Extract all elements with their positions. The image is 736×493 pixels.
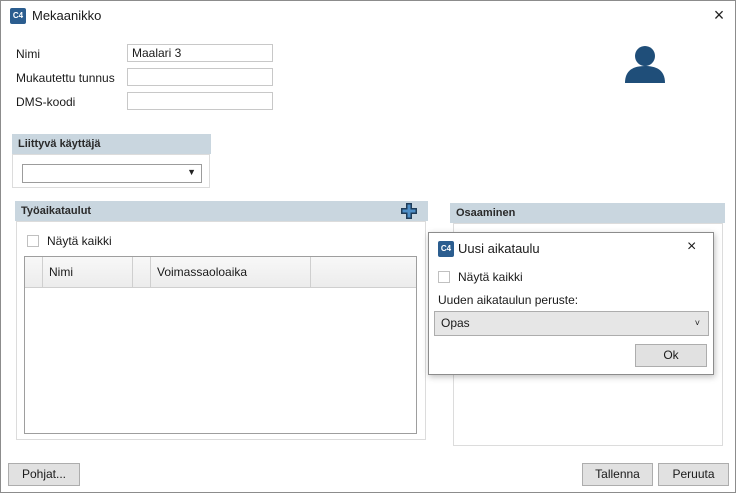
schedules-show-all-checkbox[interactable] xyxy=(27,235,39,247)
basis-value: Opas xyxy=(441,316,470,330)
name-field[interactable]: Maalari 3 xyxy=(127,44,273,62)
custom-id-field[interactable] xyxy=(127,68,273,86)
dialog-show-all-checkbox[interactable] xyxy=(438,271,450,283)
schedules-grid[interactable]: Nimi Voimassaoloaika xyxy=(24,256,417,434)
chevron-down-icon: ˅ xyxy=(694,318,700,328)
save-button[interactable]: Tallenna xyxy=(582,463,653,486)
dialog-title: Uusi aikataulu xyxy=(458,241,540,256)
dms-code-label: DMS-koodi xyxy=(16,95,76,109)
schedules-title: Työaikataulut xyxy=(21,205,92,217)
custom-id-label: Mukautettu tunnus xyxy=(16,71,115,85)
add-schedule-icon[interactable] xyxy=(400,202,418,220)
user-avatar-icon xyxy=(623,45,667,83)
new-schedule-dialog: C4 Uusi aikataulu × Näytä kaikki Uuden a… xyxy=(428,232,714,375)
schedules-show-all-label: Näytä kaikki xyxy=(47,234,112,248)
dropdown-arrow-icon: ▼ xyxy=(187,167,196,177)
close-icon[interactable]: × xyxy=(709,5,729,25)
title-bar: C4 Mekaanikko × xyxy=(1,1,735,31)
column-header-validity[interactable]: Voimassaoloaika xyxy=(151,257,311,287)
basis-select[interactable]: Opas ˅ xyxy=(434,311,709,336)
skills-header: Osaaminen xyxy=(450,203,725,223)
linked-user-select[interactable]: ▼ xyxy=(22,164,202,183)
linked-user-panel: ▼ xyxy=(12,154,210,188)
dialog-app-icon: C4 xyxy=(438,241,454,257)
dms-code-field[interactable] xyxy=(127,92,273,110)
schedules-header: Työaikataulut xyxy=(15,201,428,221)
column-header-name[interactable]: Nimi xyxy=(43,257,133,287)
name-label: Nimi xyxy=(16,47,40,61)
ok-button[interactable]: Ok xyxy=(635,344,707,367)
dialog-show-all-label: Näytä kaikki xyxy=(458,270,523,284)
grid-row-indicator xyxy=(25,257,43,287)
column-header-spacer xyxy=(133,257,151,287)
window-title: Mekaanikko xyxy=(32,8,102,23)
templates-button[interactable]: Pohjat... xyxy=(8,463,80,486)
basis-label: Uuden aikataulun peruste: xyxy=(438,293,579,307)
cancel-button[interactable]: Peruuta xyxy=(658,463,729,486)
grid-header: Nimi Voimassaoloaika xyxy=(25,257,416,288)
dialog-close-icon[interactable]: × xyxy=(687,238,696,256)
app-icon: C4 xyxy=(10,8,26,24)
linked-user-header: Liittyvä käyttäjä xyxy=(12,134,211,154)
